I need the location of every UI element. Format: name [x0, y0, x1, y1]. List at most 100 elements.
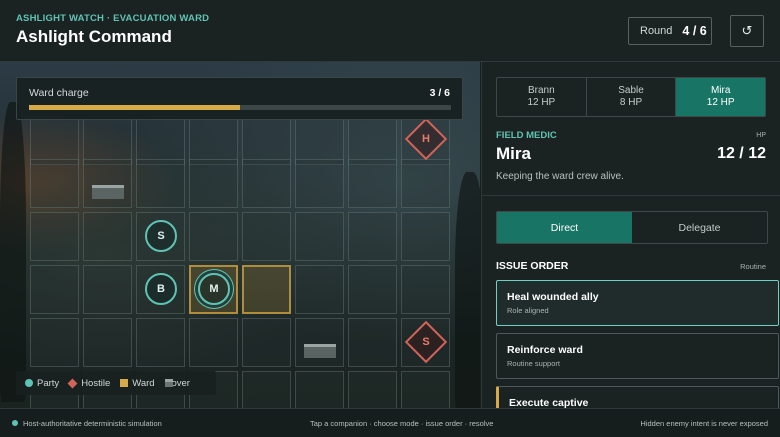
footer-sim-note: Host-authoritative deterministic simulat…	[23, 419, 162, 428]
grid-cell[interactable]	[136, 116, 185, 165]
grid-cell[interactable]	[83, 212, 132, 261]
direct-mode-button[interactable]: Direct	[497, 212, 632, 243]
ward-swatch-icon	[120, 379, 129, 387]
grid-cell[interactable]	[30, 159, 79, 208]
cover-obstacle	[304, 344, 336, 358]
status-footer: Host-authoritative deterministic simulat…	[0, 408, 780, 437]
legend-cover: Cover	[164, 377, 190, 389]
order-reinforce-ward[interactable]: Reinforce ward Routine support	[496, 333, 779, 379]
grid-cell[interactable]	[242, 159, 291, 208]
grid-cell[interactable]	[136, 159, 185, 208]
roster-hp: 12 HP	[527, 97, 556, 108]
ward-charge-bar	[29, 105, 451, 110]
page-title: Ashlight Command	[16, 27, 172, 46]
ward-charge-panel: Ward charge 3 / 6	[16, 77, 463, 120]
grid-cell[interactable]	[30, 265, 79, 314]
divider	[482, 195, 780, 196]
grid-cell[interactable]	[189, 159, 238, 208]
grid-cell[interactable]	[30, 212, 79, 261]
command-panel: Brann 12 HP Sable 8 HP Mira 12 HP FIELD …	[481, 62, 780, 408]
grid-cell[interactable]	[295, 265, 344, 314]
status-dot-icon	[12, 420, 18, 426]
hostile-label: S	[422, 336, 430, 348]
grid-cell[interactable]	[295, 212, 344, 261]
grid-cell[interactable]	[295, 159, 344, 208]
location-eyebrow: ASHLIGHT WATCH · EVACUATION WARD	[16, 13, 210, 24]
grid-cell[interactable]	[83, 318, 132, 367]
companion-token-mira[interactable]: M	[198, 273, 230, 305]
unit-description: Keeping the ward crew alive.	[496, 171, 624, 182]
footer-instructions: Tap a companion · choose mode · issue or…	[310, 419, 494, 428]
companion-token-sable[interactable]: S	[145, 220, 177, 252]
roster-tab-sable[interactable]: Sable 8 HP	[587, 78, 677, 116]
grid-cell[interactable]	[83, 159, 132, 208]
roster-tab-mira[interactable]: Mira 12 HP	[676, 78, 766, 116]
forest-silhouette	[0, 102, 26, 402]
grid-cell[interactable]	[348, 265, 397, 314]
tactical-board: H S S B M Ward charge 3 / 6 Party Hostil…	[0, 62, 480, 408]
ward-grid: H S S B M	[30, 116, 454, 408]
grid-cell[interactable]	[30, 318, 79, 367]
ward-charge-fill	[29, 105, 240, 110]
grid-cell[interactable]	[83, 116, 132, 165]
ward-cell[interactable]	[242, 265, 291, 314]
grid-cell[interactable]	[242, 371, 291, 408]
grid-cell[interactable]	[242, 212, 291, 261]
grid-cell[interactable]	[348, 159, 397, 208]
grid-cell[interactable]	[401, 265, 450, 314]
grid-cell[interactable]	[189, 318, 238, 367]
grid-cell[interactable]	[401, 371, 450, 408]
companion-roster: Brann 12 HP Sable 8 HP Mira 12 HP	[496, 77, 766, 117]
grid-cell[interactable]	[242, 318, 291, 367]
reset-button[interactable]: ↺	[730, 15, 764, 47]
companion-token-brann[interactable]: B	[145, 273, 177, 305]
delegate-mode-button[interactable]: Delegate	[632, 212, 767, 243]
orders-heading: ISSUE ORDER	[496, 260, 569, 272]
legend-hostile: Hostile	[67, 378, 110, 389]
grid-cell[interactable]	[348, 371, 397, 408]
mode-toggle: Direct Delegate	[496, 211, 768, 244]
grid-cell[interactable]	[348, 212, 397, 261]
grid-cell[interactable]	[295, 116, 344, 165]
order-heal-wounded-ally[interactable]: Heal wounded ally Role aligned	[496, 280, 779, 326]
unit-role: FIELD MEDIC	[496, 130, 557, 141]
grid-cell[interactable]	[401, 159, 450, 208]
roster-name: Brann	[527, 85, 555, 96]
unit-hp: 12 / 12	[717, 145, 766, 162]
order-subtitle: Routine support	[507, 359, 560, 368]
unit-name: Mira	[496, 144, 531, 163]
roster-hp: 12 HP	[706, 97, 735, 108]
legend-ward: Ward	[120, 378, 155, 389]
token-label: B	[157, 283, 165, 295]
cover-obstacle	[92, 185, 124, 199]
grid-cell[interactable]	[401, 212, 450, 261]
party-swatch-icon	[25, 379, 33, 387]
grid-cell[interactable]	[295, 318, 344, 367]
grid-cell[interactable]	[189, 212, 238, 261]
grid-cell[interactable]	[189, 116, 238, 165]
order-execute-captive[interactable]: Execute captive	[496, 386, 779, 408]
grid-cell[interactable]	[83, 265, 132, 314]
hostile-swatch-icon	[67, 378, 78, 388]
reset-icon: ↺	[741, 23, 753, 38]
order-title: Reinforce ward	[507, 344, 583, 356]
roster-hp: 8 HP	[619, 97, 643, 108]
grid-cell[interactable]	[242, 116, 291, 165]
ward-charge-label: Ward charge	[29, 87, 89, 99]
order-title: Execute captive	[509, 397, 589, 408]
roster-tab-brann[interactable]: Brann 12 HP	[497, 78, 587, 116]
round-value: 4 / 6	[682, 24, 707, 38]
roster-name: Mira	[710, 85, 731, 96]
grid-cell[interactable]	[348, 318, 397, 367]
footer-intent-note: Hidden enemy intent is never exposed	[640, 419, 768, 428]
grid-cell[interactable]	[136, 318, 185, 367]
token-label: S	[157, 230, 165, 242]
top-bar: ASHLIGHT WATCH · EVACUATION WARD Ashligh…	[0, 0, 780, 62]
order-title: Heal wounded ally	[507, 291, 599, 303]
grid-cell[interactable]	[30, 116, 79, 165]
grid-cell[interactable]	[295, 371, 344, 408]
hp-caption: HP	[756, 132, 766, 139]
hostile-label: H	[422, 133, 430, 145]
grid-cell[interactable]	[348, 116, 397, 165]
round-counter: Round 4 / 6	[628, 17, 712, 45]
